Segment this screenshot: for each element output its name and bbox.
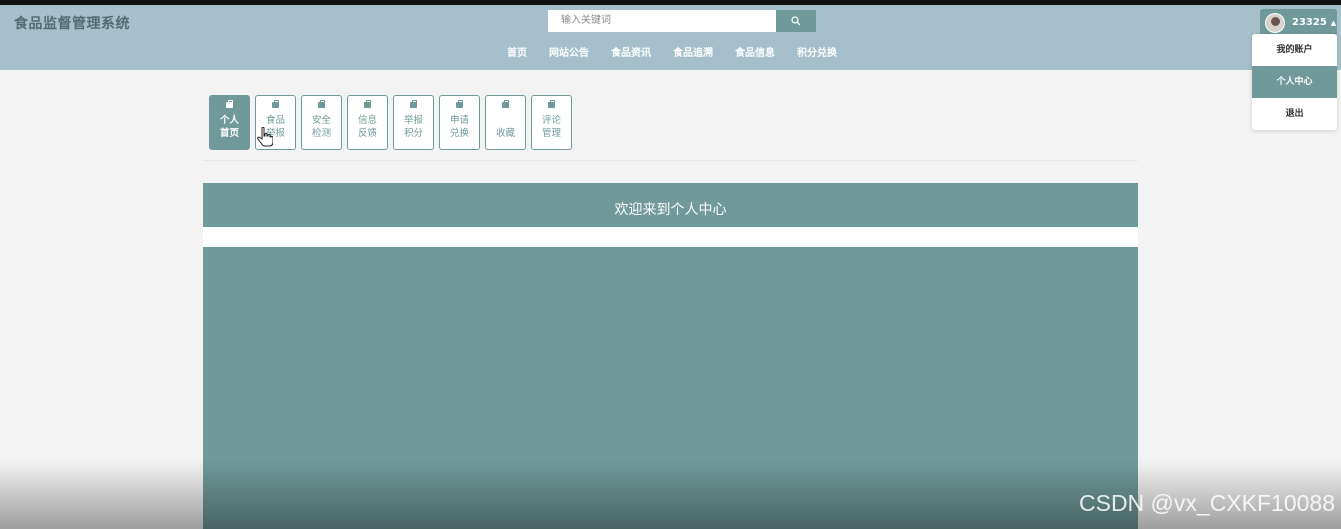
tab-report-points[interactable]: 举报 积分	[393, 95, 434, 150]
nav-item-food-news[interactable]: 食品资讯	[611, 47, 651, 61]
panel-separator	[203, 227, 1138, 247]
user-dropdown-menu: 我的账户 个人中心 退出	[1252, 34, 1337, 130]
bag-icon	[410, 100, 417, 108]
tab-comment-management[interactable]: 评论 管理	[531, 95, 572, 150]
tab-feedback[interactable]: 信息 反馈	[347, 95, 388, 150]
main-nav: 首页 网站公告 食品资讯 食品追溯 食品信息 积分兑换	[507, 47, 859, 61]
tab-label: 信息 反馈	[357, 115, 377, 139]
tab-label: 举报 积分	[403, 115, 423, 139]
tab-label: 安全 检测	[311, 115, 331, 139]
bag-icon	[364, 100, 371, 108]
nav-item-home[interactable]: 首页	[507, 47, 527, 61]
search-input[interactable]: 输入关键词	[548, 10, 776, 32]
tab-label: 收藏	[495, 128, 515, 139]
bag-icon	[272, 100, 279, 108]
divider	[203, 160, 1138, 161]
tab-favorites[interactable]: 收藏	[485, 95, 526, 150]
tab-label: 个人 首页	[219, 115, 239, 139]
panel-content	[203, 247, 1138, 529]
tab-label: 申请 兑换	[449, 115, 469, 139]
search-button[interactable]	[776, 10, 816, 32]
header: 食品监督管理系统 输入关键词 首页 网站公告 食品资讯 食品追溯 食品信息 积分…	[0, 5, 1341, 70]
user-menu-button[interactable]: 23325 ▲	[1260, 9, 1337, 36]
nav-item-points-exchange[interactable]: 积分兑换	[797, 47, 837, 61]
nav-item-food-trace[interactable]: 食品追溯	[673, 47, 713, 61]
bag-icon	[456, 100, 463, 108]
menu-item-my-account[interactable]: 我的账户	[1252, 34, 1337, 66]
tab-label: 评论 管理	[541, 115, 561, 139]
bag-icon	[502, 100, 509, 108]
nav-item-announcements[interactable]: 网站公告	[549, 47, 589, 61]
menu-item-logout[interactable]: 退出	[1252, 98, 1337, 130]
nav-item-food-info[interactable]: 食品信息	[735, 47, 775, 61]
tab-apply-exchange[interactable]: 申请 兑换	[439, 95, 480, 150]
tab-safety-check[interactable]: 安全 检测	[301, 95, 342, 150]
caret-up-icon: ▲	[1330, 18, 1337, 27]
bag-icon	[226, 100, 233, 108]
panel-title: 欢迎来到个人中心	[203, 183, 1138, 227]
app-title: 食品监督管理系统	[14, 16, 130, 32]
user-name: 23325	[1292, 17, 1327, 28]
search-icon	[791, 16, 801, 26]
watermark: CSDN @vx_CXKF10088	[1079, 490, 1335, 516]
hand-cursor-icon	[257, 127, 273, 147]
bag-icon	[318, 100, 325, 108]
menu-item-personal-center[interactable]: 个人中心	[1252, 66, 1337, 98]
avatar	[1265, 12, 1285, 33]
tab-personal-home[interactable]: 个人 首页	[209, 95, 250, 150]
bag-icon	[548, 100, 555, 108]
